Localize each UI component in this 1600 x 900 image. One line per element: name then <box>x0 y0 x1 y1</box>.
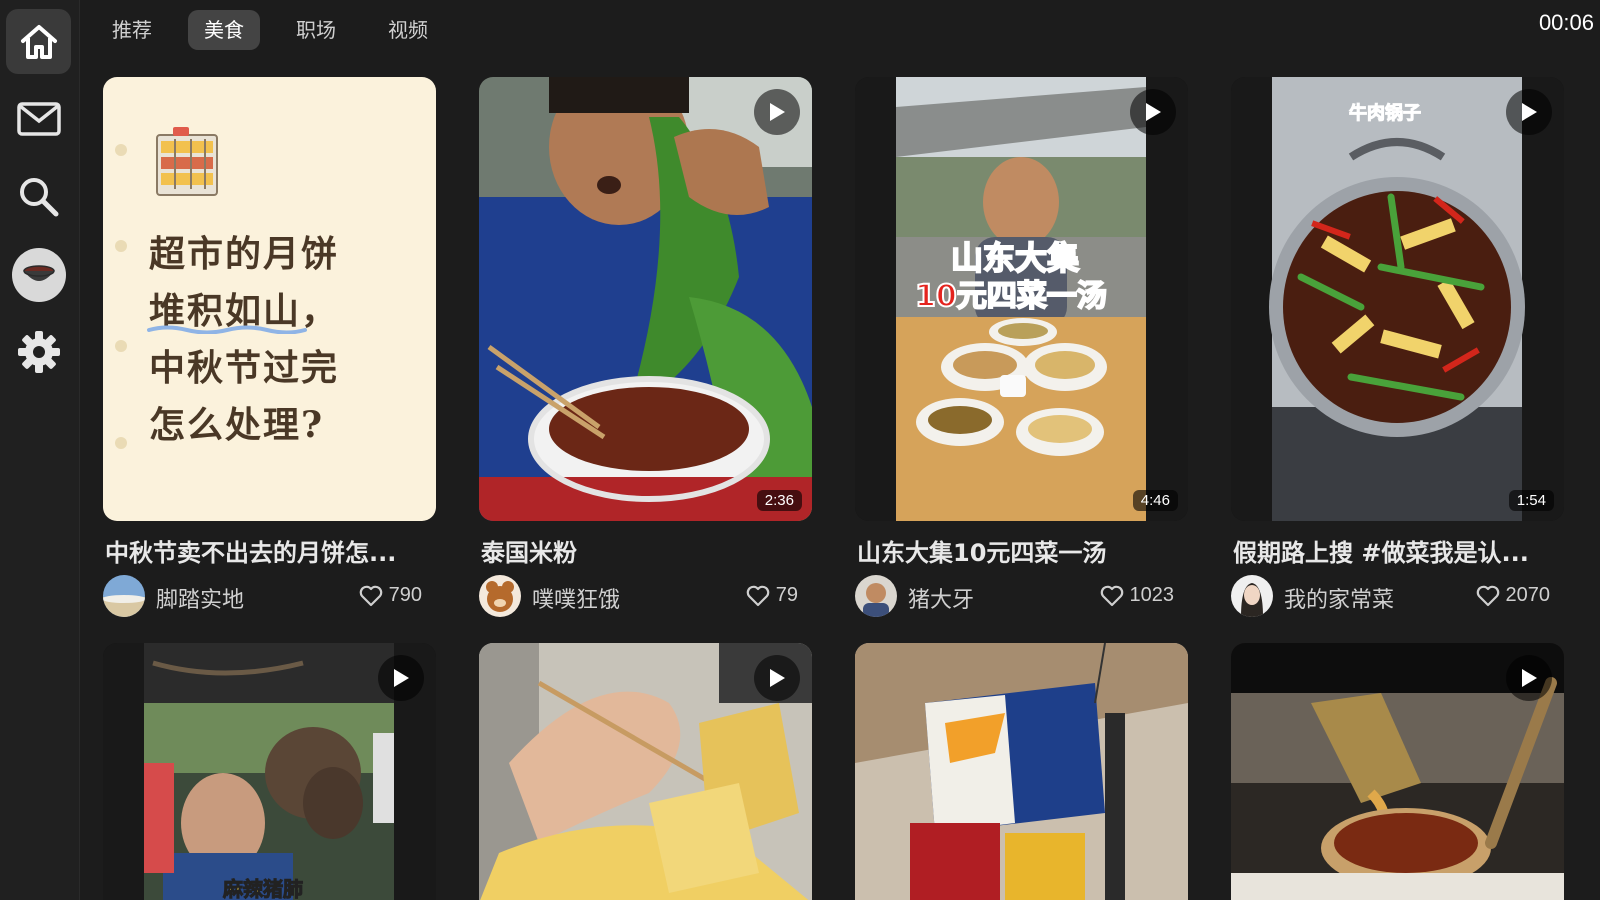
video-overlay-text: 麻辣猪肺 <box>223 877 304 900</box>
gear-icon <box>17 330 60 373</box>
play-button[interactable] <box>378 655 424 701</box>
sidebar <box>0 0 80 900</box>
tab-career[interactable]: 职场 <box>280 10 352 50</box>
card-meta: 噗噗狂饿 79 <box>479 575 812 619</box>
sidebar-search-button[interactable] <box>6 164 71 229</box>
play-button[interactable] <box>1506 89 1552 135</box>
underline-squiggle <box>147 325 307 334</box>
play-icon <box>394 669 409 687</box>
tab-video[interactable]: 视频 <box>372 10 444 50</box>
author-name[interactable]: 猪大牙 <box>908 582 974 614</box>
note-text-line: 超市的月饼 <box>149 233 340 275</box>
avatar[interactable] <box>479 575 521 617</box>
card-thumbnail[interactable]: 麻辣猪肺 <box>103 643 436 900</box>
card-thumbnail[interactable]: 牛肉锅子 1:54 <box>1231 77 1564 521</box>
decor-dot <box>115 437 127 449</box>
decor-dot <box>115 340 127 352</box>
like-count[interactable]: 2070 <box>1476 584 1551 607</box>
avatar[interactable] <box>1231 575 1273 617</box>
card-title[interactable]: 山东大集10元四菜一汤 <box>857 533 1187 568</box>
card-title[interactable]: 中秋节卖不出去的月饼怎... <box>105 533 435 568</box>
like-count[interactable]: 1023 <box>1100 584 1175 607</box>
sidebar-home-button[interactable] <box>6 9 71 74</box>
tab-recommend[interactable]: 推荐 <box>96 10 168 50</box>
card-meta: 猪大牙 1023 <box>855 575 1188 619</box>
card-thumbnail[interactable] <box>1231 643 1564 900</box>
heart-icon <box>1476 585 1499 606</box>
author-name[interactable]: 噗噗狂饿 <box>532 582 620 614</box>
play-button[interactable] <box>1130 89 1176 135</box>
card-meta: 我的家常菜 2070 <box>1231 575 1564 619</box>
card-thumbnail[interactable] <box>479 643 812 900</box>
card-thumbnail[interactable]: 2:36 <box>479 77 812 521</box>
video-overlay-text: 10元四菜一汤 <box>914 278 1108 315</box>
card-thumbnail[interactable]: 山东大集 10元四菜一汤 4:46 <box>855 77 1188 521</box>
tab-food[interactable]: 美食 <box>188 10 260 50</box>
like-count[interactable]: 79 <box>746 584 798 607</box>
sidebar-settings-button[interactable] <box>6 319 71 384</box>
like-count[interactable]: 790 <box>359 584 422 607</box>
like-count-value: 79 <box>775 584 798 606</box>
card-thumbnail[interactable] <box>855 643 1188 900</box>
heart-icon <box>359 585 382 606</box>
search-icon <box>19 177 58 216</box>
decor-dot <box>115 240 127 252</box>
author-name[interactable]: 我的家常菜 <box>1284 582 1394 614</box>
video-frame-beef-pot <box>1231 77 1564 521</box>
like-count-value: 2070 <box>1505 584 1551 606</box>
play-icon <box>770 669 785 687</box>
author-name[interactable]: 脚踏实地 <box>156 582 244 614</box>
status-clock: 00:06 <box>1538 10 1594 35</box>
avatar[interactable] <box>855 575 897 617</box>
heart-icon <box>746 585 770 606</box>
video-overlay-text: 牛肉锅子 <box>1349 103 1422 125</box>
shelf-illustration <box>156 127 218 196</box>
video-duration: 1:54 <box>1508 490 1554 511</box>
video-frame-mooncake-boxes <box>855 643 1188 900</box>
play-button[interactable] <box>1506 655 1552 701</box>
play-icon <box>1522 669 1537 687</box>
like-count-value: 790 <box>388 584 422 606</box>
sidebar-mail-button[interactable] <box>6 86 71 151</box>
video-duration: 4:46 <box>1132 490 1178 511</box>
play-button[interactable] <box>754 655 800 701</box>
note-text-line: 怎么处理? <box>149 404 325 446</box>
note-text-line: 中秋节过完 <box>149 347 340 389</box>
home-icon <box>20 24 57 59</box>
card-thumbnail[interactable]: 超市的月饼 堆积如山， 中秋节过完 怎么处理? <box>103 77 436 521</box>
video-duration: 2:36 <box>756 490 802 511</box>
play-icon <box>1522 103 1537 121</box>
card-title[interactable]: 假期路上搜 #做菜我是认... <box>1233 533 1563 568</box>
sidebar-food-button[interactable] <box>6 242 71 307</box>
play-icon <box>770 103 785 121</box>
mail-icon <box>16 101 61 136</box>
card-title[interactable]: 泰国米粉 <box>481 533 811 568</box>
play-icon <box>1146 103 1161 121</box>
bowl-icon <box>11 247 66 302</box>
like-count-value: 1023 <box>1129 584 1175 606</box>
heart-icon <box>1100 585 1123 606</box>
play-button[interactable] <box>754 89 800 135</box>
card-meta: 脚踏实地 790 <box>103 575 436 619</box>
avatar[interactable] <box>103 575 145 617</box>
category-tabs: 推荐 美食 职场 视频 <box>96 10 444 50</box>
decor-dot <box>115 144 127 156</box>
video-frame-rice-noodle <box>479 77 812 521</box>
